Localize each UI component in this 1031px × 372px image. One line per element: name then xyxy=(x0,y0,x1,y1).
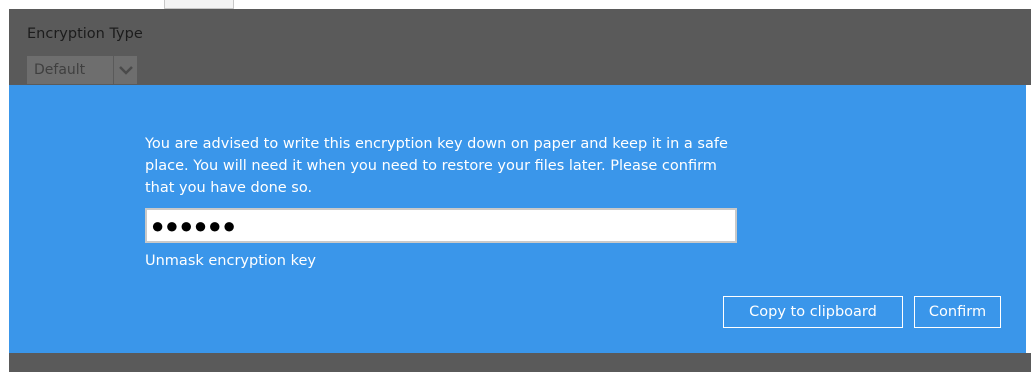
encryption-key-field[interactable] xyxy=(145,208,737,243)
copy-to-clipboard-button[interactable]: Copy to clipboard xyxy=(723,296,903,328)
confirm-button[interactable]: Confirm xyxy=(914,296,1001,328)
tab-stub xyxy=(164,0,234,9)
top-strip xyxy=(9,0,1031,9)
encryption-key-dialog: You are advised to write this encryption… xyxy=(9,85,1031,353)
encryption-type-value: Default xyxy=(34,62,86,78)
encryption-type-label: Encryption Type xyxy=(27,26,143,42)
encryption-type-select[interactable]: Default xyxy=(27,56,137,84)
right-edge xyxy=(1026,85,1031,353)
unmask-key-link[interactable]: Unmask encryption key xyxy=(145,253,316,269)
chevron-down-icon xyxy=(113,56,137,84)
advisory-message: You are advised to write this encryption… xyxy=(145,136,728,196)
